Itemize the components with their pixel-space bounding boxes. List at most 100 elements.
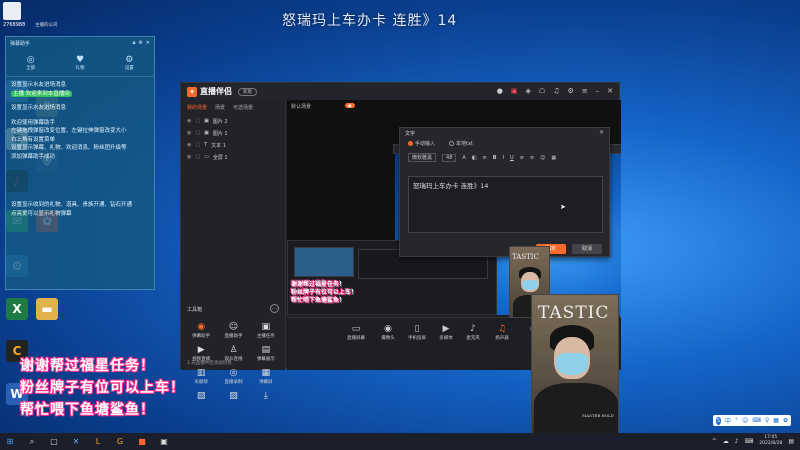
ime-lang-toggle[interactable]: 中 (725, 416, 731, 425)
media-button[interactable]: ▶ 多媒体 (431, 324, 461, 341)
search-icon[interactable]: ⌕ (26, 436, 38, 448)
input-mode-group: 手动输入 本地txt (400, 138, 609, 149)
ime-skin-icon[interactable]: ✿ (783, 417, 788, 424)
app-l-icon[interactable]: L (92, 436, 104, 448)
lock-icon[interactable]: ▢ (195, 142, 200, 148)
grid-icon[interactable]: ▦ (551, 155, 556, 161)
align-right-button[interactable]: ≡ (530, 155, 534, 161)
record-icon: ◎ (229, 368, 238, 378)
radio-manual[interactable]: 手动输入 (408, 140, 435, 147)
gear-icon[interactable]: ⚙ (138, 40, 142, 46)
keyboard-icon[interactable]: ⌨ (745, 438, 754, 445)
tab-my-scenes[interactable]: 我的场景 (187, 104, 207, 111)
tray-expand-icon[interactable]: ^ (712, 438, 717, 445)
screen-capture-button[interactable]: ▭ 直播屏幕 (341, 324, 371, 341)
font-size-select[interactable]: 48 (442, 153, 457, 162)
chat-message-list[interactable]: 设置显示水友进场消息 主播 欢迎来到本直播间 设置显示水友进场消息 欢迎使用弹幕… (6, 77, 154, 222)
camera-button[interactable]: ◉ 摄像头 (373, 324, 403, 341)
close-icon[interactable]: ✕ (146, 40, 150, 46)
cancel-button[interactable]: 取消 (572, 244, 602, 254)
start-icon[interactable]: ⊞ (4, 436, 16, 448)
italic-button[interactable]: I (503, 155, 504, 161)
tab-optional[interactable]: 可选场景 (233, 104, 253, 111)
bold-button[interactable]: B (493, 155, 497, 161)
align-left-button[interactable]: ≡ (520, 155, 524, 161)
ime-keyboard-icon[interactable]: ⌨ (752, 417, 761, 424)
menu-icon[interactable]: ≡ (582, 87, 588, 95)
gear-icon[interactable]: ⚙ (567, 87, 573, 95)
eye-icon[interactable]: ◉ (187, 142, 191, 148)
phone-button[interactable]: ▯ 手机投屏 (402, 324, 432, 341)
app-square-icon[interactable]: ■ (136, 436, 148, 448)
eye-icon[interactable]: ◉ (187, 130, 191, 136)
bg-color-icon[interactable]: ◧ (472, 155, 477, 161)
volume-icon[interactable]: ♪ (735, 438, 739, 445)
chat-line: 添加弹幕助手成功 (11, 153, 56, 160)
gift-icon[interactable]: ▣ (511, 87, 518, 95)
chat-tool-settings[interactable]: ⚙ 设置 (119, 55, 139, 71)
close-icon[interactable]: ✕ (599, 129, 604, 136)
eye-icon[interactable]: ◉ (187, 154, 191, 160)
bell-icon[interactable]: ♫ (553, 87, 559, 95)
source-item[interactable]: ◉ ▢ ▣ 图片 1 (181, 127, 285, 139)
tool-display[interactable]: ▤ 弹幕展示 (250, 345, 282, 362)
ime-grid-icon[interactable]: ▦ (773, 417, 779, 424)
tool-hot[interactable]: ▨ (217, 391, 249, 402)
version-badge[interactable]: 新版 (238, 87, 257, 96)
excel-icon[interactable]: X (2, 298, 32, 321)
source-item[interactable]: ◉ ▢ ▣ 图片 2 (181, 115, 285, 127)
tool-rank[interactable]: ▥ 贡献榜 (185, 368, 217, 385)
chat-tool-gift[interactable]: ♥ 礼物 (70, 55, 90, 71)
tool-download[interactable]: ⤓ (250, 391, 282, 402)
app-titlebar[interactable]: ✦ 直播伴侣 新版 ● ▣ ◈ ☖ ♫ ⚙ ≡ – ✕ (181, 83, 619, 100)
app-x-icon[interactable]: ✕ (70, 436, 82, 448)
underline-button[interactable]: U (510, 155, 514, 161)
radio-local-txt[interactable]: 本地txt (449, 140, 473, 147)
close-icon[interactable]: ✕ (607, 87, 613, 95)
emoji-icon[interactable]: ☺ (540, 155, 545, 161)
color-icon[interactable]: A (462, 155, 465, 161)
speaker-button[interactable]: ♫ 扬声器 (487, 324, 517, 341)
more-icon[interactable]: … (270, 304, 279, 313)
target-icon: ◎ (26, 54, 35, 65)
ime-user-icon[interactable]: ♀ (765, 417, 769, 424)
align-icon[interactable]: ≡ (483, 155, 487, 161)
ime-punct-icon[interactable]: ° (735, 417, 738, 424)
font-select[interactable]: 微软雅黑 (408, 153, 437, 162)
ime-toolbar[interactable]: S 中 ° ☺ ⌨ ♀ ▦ ✿ (713, 415, 791, 426)
lock-icon[interactable]: ▢ (195, 130, 200, 136)
source-item[interactable]: ◉ ▢ ▭ 全屏 1 (181, 151, 285, 163)
tool-live-assist[interactable]: ☺ 直播助手 (217, 322, 249, 339)
mic-button[interactable]: ♪ 麦克风 (458, 324, 488, 341)
chat-tool-all[interactable]: ◎ 全部 (21, 55, 41, 71)
app-g-icon[interactable]: G (114, 436, 126, 448)
network-icon[interactable]: ☁ (723, 438, 729, 445)
text-content-input[interactable]: 怒瑞玛上车办卡 连胜》14 (408, 176, 603, 233)
bag-icon[interactable]: ◈ (526, 87, 531, 95)
danmu-chat-panel[interactable]: 弹幕助手 🔒︎ ⚙ ✕ ◎ 全部 ♥ 礼物 ⚙ 设置 设置显示水友进场消息 主播 欢迎来到… (5, 36, 155, 290)
source-item[interactable]: ◉ ▢ T 文本 1 (181, 139, 285, 151)
eye-icon[interactable]: ◉ (187, 118, 191, 124)
folder-icon[interactable]: ▬ (32, 298, 62, 321)
tool-record[interactable]: ◎ 直播录制 (217, 368, 249, 385)
lock-icon[interactable]: ▢ (195, 154, 200, 160)
app-window-icon[interactable]: ▣ (158, 436, 170, 448)
live-preview[interactable]: 默认场景 ● 谢谢帮过福星任务！ 粉丝牌子有位可以上车！ 帮忙喂下鱼塘鲨鱼！ 文… (287, 100, 621, 315)
notification-icon[interactable]: ▤ (788, 438, 794, 445)
avatar[interactable]: ● (497, 87, 503, 95)
text-source-dialog[interactable]: 文字 ✕ 手动输入 本地txt 微软雅黑 48 A ◧ ≡ B I U ≡ ≡ ☺… (399, 127, 610, 257)
minimize-icon[interactable]: – (596, 87, 600, 95)
tab-scenes[interactable]: 场景 (215, 104, 225, 111)
tool-host-task[interactable]: ▣ 主播任务 (250, 322, 282, 339)
task-view-icon[interactable]: ▢ (48, 436, 60, 448)
shirt-icon[interactable]: ☖ (539, 87, 545, 95)
lock-icon[interactable]: ▢ (195, 118, 200, 124)
tool-danmu[interactable]: ◉ 弹幕助手 (185, 322, 217, 339)
ime-emoji-icon[interactable]: ☺ (742, 417, 748, 424)
tool-screen[interactable]: ▧ (185, 391, 217, 402)
tray-clock[interactable]: 17:05 2022/8/28 (759, 435, 782, 447)
lock-icon[interactable]: 🔒︎ (133, 40, 136, 46)
gear-icon: ⚙ (125, 54, 134, 65)
chat-panel-header[interactable]: 弹幕助手 🔒︎ ⚙ ✕ (6, 37, 154, 49)
tool-danmu-screen[interactable]: ▦ 弹幕屏 (250, 368, 282, 385)
